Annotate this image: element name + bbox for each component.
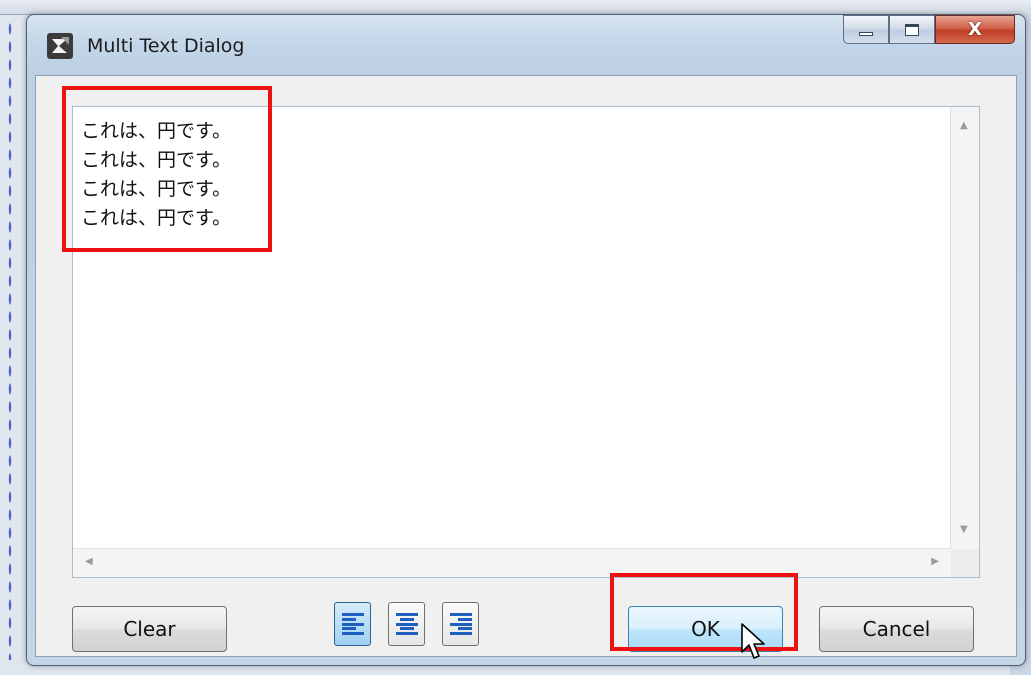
app-icon	[47, 33, 73, 59]
scroll-up-arrow-icon[interactable]: ▲	[960, 121, 968, 131]
align-center-button[interactable]	[388, 602, 425, 646]
align-right-button[interactable]	[442, 602, 479, 646]
scroll-down-arrow-icon[interactable]: ▼	[960, 525, 968, 535]
mouse-cursor-icon	[741, 623, 765, 659]
titlebar[interactable]: Multi Text Dialog X	[27, 15, 1025, 75]
align-right-icon	[449, 613, 472, 635]
minimize-button[interactable]	[843, 15, 889, 44]
window-title: Multi Text Dialog	[87, 35, 245, 57]
window-controls: X	[843, 15, 1015, 45]
clear-button[interactable]: Clear	[72, 606, 227, 652]
scroll-left-arrow-icon[interactable]: ◀	[85, 557, 93, 567]
horizontal-scrollbar[interactable]: ◀ ▶	[73, 548, 951, 577]
scrollbar-corner	[951, 549, 979, 577]
scroll-right-arrow-icon[interactable]: ▶	[931, 557, 939, 567]
close-button[interactable]: X	[935, 15, 1015, 44]
ok-highlight-box	[610, 573, 798, 651]
minimize-icon	[859, 31, 873, 36]
cancel-button[interactable]: Cancel	[819, 606, 974, 652]
vertical-scrollbar[interactable]: ▲ ▼	[950, 107, 979, 549]
close-icon: X	[968, 18, 982, 40]
align-left-button[interactable]	[334, 602, 371, 646]
background-toolbar	[0, 0, 1031, 15]
background-grid-dots	[8, 20, 12, 660]
align-left-icon	[341, 613, 364, 635]
maximize-icon	[905, 23, 919, 36]
align-center-icon	[395, 613, 418, 635]
text-highlight-box	[62, 86, 272, 252]
maximize-button[interactable]	[889, 15, 935, 44]
